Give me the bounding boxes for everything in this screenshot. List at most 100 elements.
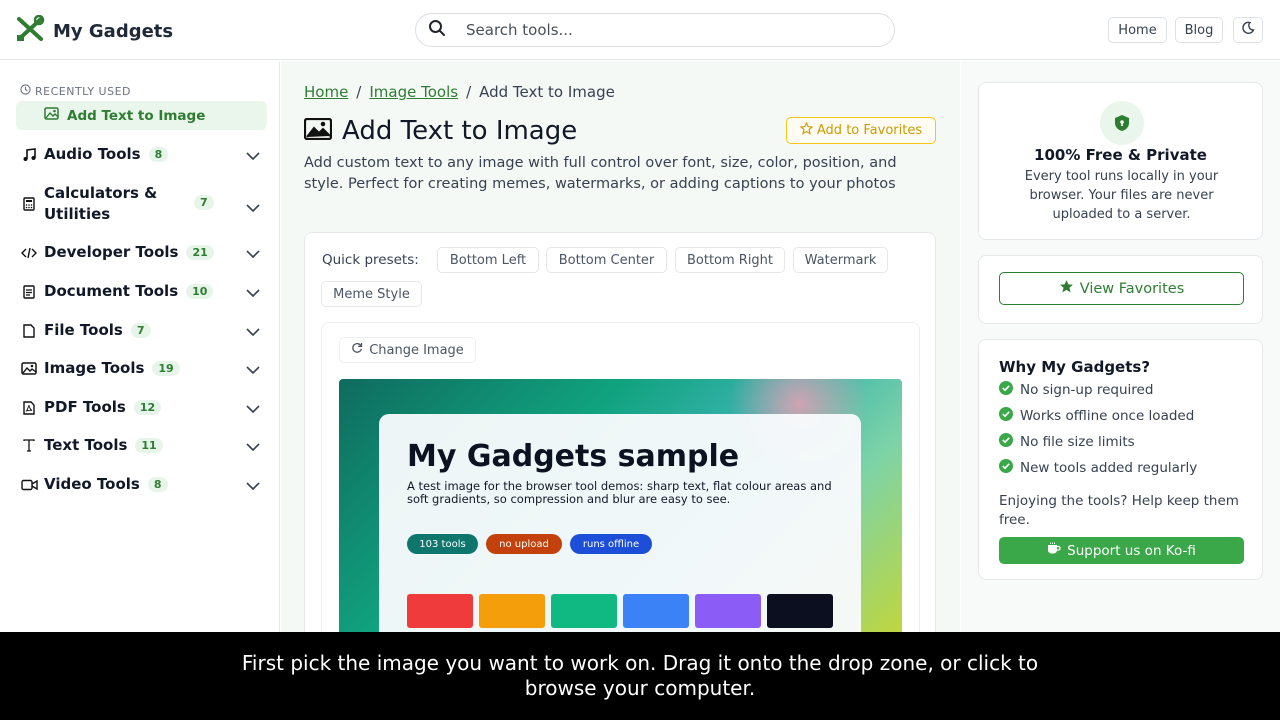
sample-pill: 103 tools [407, 534, 478, 554]
why-title: Why My Gadgets? [999, 358, 1151, 376]
why-item-label: New tools added regularly [1020, 460, 1198, 476]
category-count-badge: 10 [186, 284, 214, 299]
category-count-badge: 19 [152, 361, 180, 376]
clock-icon [20, 84, 31, 98]
document-icon [20, 284, 38, 299]
why-item-label: No sign-up required [1020, 382, 1154, 398]
page-description: Add custom text to any image with full c… [304, 155, 897, 192]
category-label: Video Tools [44, 475, 140, 493]
page-title: Add Text to Image [342, 116, 578, 146]
preset-watermark-button[interactable]: Watermark [793, 247, 888, 273]
view-favorites-button[interactable]: View Favorites [999, 272, 1244, 305]
color-swatch [407, 594, 473, 628]
category-count-badge: 8 [148, 147, 169, 162]
pdf-icon [20, 400, 38, 415]
sidebar-category-file-tools[interactable]: File Tools 7 [20, 320, 260, 341]
category-count-badge: 7 [194, 195, 214, 210]
why-item-label: No file size limits [1020, 434, 1135, 450]
moon-icon [1241, 21, 1255, 39]
search-icon [428, 19, 446, 41]
color-swatch [623, 594, 689, 628]
preset-bottom-center-button[interactable]: Bottom Center [546, 247, 667, 273]
chevron-down-icon[interactable] [246, 243, 260, 262]
enjoy-text: Enjoying the tools? Help keep them free. [999, 493, 1239, 528]
image-preview-canvas[interactable]: My Gadgets sample A test image for the b… [339, 379, 902, 639]
music-icon [20, 147, 38, 162]
chevron-down-icon[interactable] [246, 436, 260, 455]
free-private-title: 100% Free & Private [1034, 146, 1207, 164]
recent-item-label: Add Text to Image [67, 107, 206, 124]
sidebar: RECENTLY USED Add Text to Image Audio To… [0, 61, 280, 632]
why-list-item: No file size limits [999, 433, 1135, 451]
text-icon [20, 439, 38, 452]
nav-blog-button[interactable]: Blog [1175, 17, 1223, 43]
nav-home-button[interactable]: Home [1108, 17, 1167, 43]
folder-icon [20, 323, 38, 338]
sidebar-category-image-tools[interactable]: Image Tools 19 [20, 358, 260, 379]
free-private-text: Every tool runs locally in your browser.… [1024, 169, 1219, 222]
star-icon [1059, 279, 1074, 298]
category-label: Audio Tools [44, 145, 141, 163]
sidebar-category-developer-tools[interactable]: Developer Tools 21 [20, 242, 260, 263]
free-private-card: 100% Free & Private Every tool runs loca… [978, 82, 1263, 240]
coffee-cup-icon [1047, 542, 1061, 559]
page-title-row: Add Text to Image [303, 116, 578, 146]
sample-pill: no upload [486, 534, 562, 554]
category-label: Image Tools [44, 359, 145, 377]
brand-logo-link[interactable]: My Gadgets [15, 14, 174, 47]
check-circle-icon [999, 381, 1013, 399]
video-icon [20, 479, 38, 491]
category-label: Developer Tools [44, 243, 179, 261]
image-icon [44, 107, 59, 124]
brand-name: My Gadgets [53, 20, 174, 42]
breadcrumb-current: Add Text to Image [479, 83, 615, 101]
tool-card: Quick presets: Bottom Left Bottom Center… [304, 232, 936, 652]
breadcrumb-home-link[interactable]: Home [304, 83, 348, 101]
code-icon [20, 247, 38, 259]
view-favorites-label: View Favorites [1079, 280, 1185, 297]
add-to-favorites-label: Add to Favorites [816, 123, 923, 138]
search-box[interactable] [415, 13, 895, 47]
change-image-button[interactable]: Change Image [339, 337, 476, 363]
favorites-card: View Favorites [978, 255, 1263, 324]
breadcrumb-separator: / [466, 83, 472, 101]
search-input[interactable] [466, 21, 846, 39]
shield-icon [1100, 101, 1144, 145]
preset-meme-style-button[interactable]: Meme Style [321, 281, 422, 307]
chevron-down-icon[interactable] [246, 282, 260, 301]
why-list-item: Works offline once loaded [999, 407, 1194, 425]
sidebar-category-pdf-tools[interactable]: PDF Tools 12 [20, 397, 260, 418]
sample-pill: runs offline [570, 534, 652, 554]
sidebar-category-calculators[interactable]: Calculators & Utilities 7 [20, 183, 260, 225]
breadcrumb-separator: / [356, 83, 362, 101]
sidebar-category-video-tools[interactable]: Video Tools 8 [20, 474, 260, 495]
chevron-down-icon[interactable] [246, 359, 260, 378]
recent-item-add-text-to-image[interactable]: Add Text to Image [16, 101, 267, 130]
breadcrumb-image-tools-link[interactable]: Image Tools [369, 83, 458, 101]
chevron-down-icon[interactable] [246, 197, 260, 216]
sidebar-category-document-tools[interactable]: Document Tools 10 [20, 281, 260, 302]
check-circle-icon [999, 459, 1013, 477]
color-swatch [479, 594, 545, 628]
chevron-down-icon[interactable] [246, 145, 260, 164]
color-swatch [551, 594, 617, 628]
category-count-badge: 21 [186, 245, 214, 260]
why-list-item: No sign-up required [999, 381, 1153, 399]
sidebar-category-text-tools[interactable]: Text Tools 11 [20, 435, 260, 456]
kofi-support-button[interactable]: Support us on Ko-fi [999, 537, 1244, 564]
star-outline-icon [799, 121, 814, 139]
chevron-down-icon[interactable] [246, 398, 260, 417]
chevron-down-icon[interactable] [246, 321, 260, 340]
sample-image-card: My Gadgets sample A test image for the b… [379, 414, 861, 639]
preset-bottom-left-button[interactable]: Bottom Left [437, 247, 539, 273]
preset-bottom-right-button[interactable]: Bottom Right [675, 247, 785, 273]
category-count-badge: 12 [133, 400, 162, 415]
chevron-down-icon[interactable] [246, 475, 260, 494]
change-image-label: Change Image [369, 342, 464, 358]
sidebar-category-audio-tools[interactable]: Audio Tools 8 [20, 144, 260, 165]
category-label: Document Tools [44, 282, 179, 300]
sample-image-text: A test image for the browser tool demos:… [407, 479, 832, 506]
add-to-favorites-button[interactable]: Add to Favorites [786, 117, 936, 144]
color-swatch [767, 594, 833, 628]
theme-toggle-button[interactable] [1233, 17, 1263, 43]
